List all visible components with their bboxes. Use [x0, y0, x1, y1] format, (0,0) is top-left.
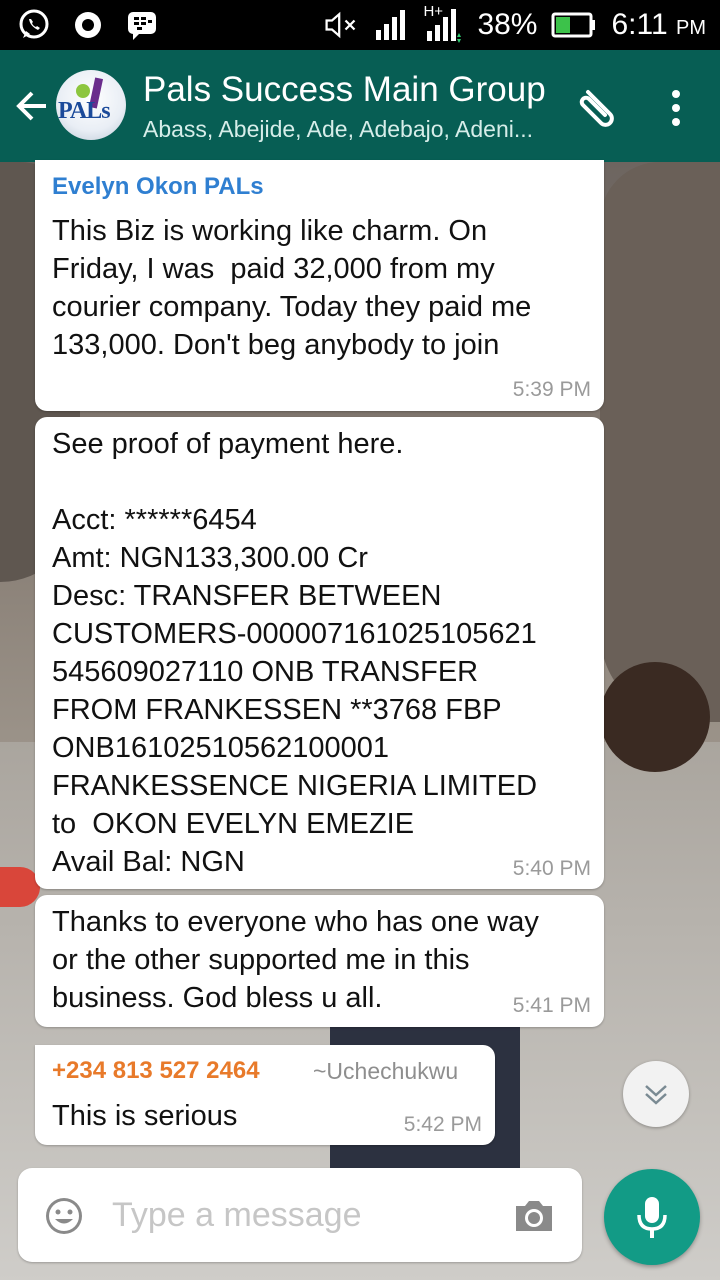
message-sender-phone[interactable]: +234 813 527 2464 — [52, 1057, 260, 1085]
message-time: 5:42 PM — [403, 1113, 482, 1136]
status-bar: H+ 38% 6:11 PM — [0, 0, 720, 50]
clock: 6:11 PM — [611, 8, 706, 41]
message-bubble[interactable]: +234 813 527 2464 ~Uchechukwu This is se… — [35, 1045, 495, 1145]
back-arrow-icon[interactable] — [12, 86, 52, 126]
avatar-logo-text: PALs — [58, 98, 111, 124]
message-time: 5:41 PM — [512, 994, 591, 1017]
message-text: This is serious — [52, 1100, 238, 1132]
message-bubble[interactable]: Evelyn Okon PALs This Biz is working lik… — [35, 160, 604, 411]
battery-percent: 38% — [477, 8, 538, 41]
battery-icon — [551, 7, 597, 43]
message-composer — [18, 1168, 582, 1262]
mute-icon — [323, 7, 359, 43]
emoji-icon[interactable] — [44, 1196, 84, 1236]
camera-icon[interactable] — [512, 1196, 556, 1236]
message-text: Thanks to everyone who has one way or th… — [52, 906, 539, 1014]
message-time: 5:40 PM — [512, 857, 591, 880]
attach-paperclip-icon[interactable] — [574, 86, 618, 130]
scroll-to-bottom-button[interactable] — [623, 1061, 689, 1127]
message-text: This Biz is working like charm. On Frida… — [52, 215, 532, 361]
message-time: 5:39 PM — [512, 378, 591, 401]
group-members[interactable]: Abass, Abejide, Ade, Adebajo, Adeni... — [143, 116, 533, 143]
message-bubble[interactable]: See proof of payment here. Acct: ******6… — [35, 417, 604, 889]
mobile-data-signal-icon: H+ — [423, 3, 463, 45]
whatsapp-notification-icon — [16, 7, 52, 43]
group-title[interactable]: Pals Success Main Group — [143, 70, 546, 110]
sync-notification-icon — [70, 7, 106, 43]
voice-record-button[interactable] — [604, 1169, 700, 1265]
double-chevron-down-icon — [645, 1085, 667, 1105]
group-avatar[interactable]: PALs — [56, 70, 126, 140]
bbm-notification-icon — [124, 7, 160, 43]
message-bubble[interactable]: Thanks to everyone who has one way or th… — [35, 895, 604, 1027]
signal-icon — [373, 7, 409, 43]
overflow-menu-icon[interactable] — [664, 86, 688, 130]
message-sender[interactable]: Evelyn Okon PALs — [52, 173, 264, 201]
message-text: See proof of payment here. Acct: ******6… — [52, 428, 538, 878]
message-sender-alias: ~Uchechukwu — [313, 1058, 459, 1084]
microphone-icon — [637, 1197, 667, 1238]
chat-header: PALs Pals Success Main Group Abass, Abej… — [0, 50, 720, 162]
message-input[interactable] — [112, 1190, 492, 1240]
